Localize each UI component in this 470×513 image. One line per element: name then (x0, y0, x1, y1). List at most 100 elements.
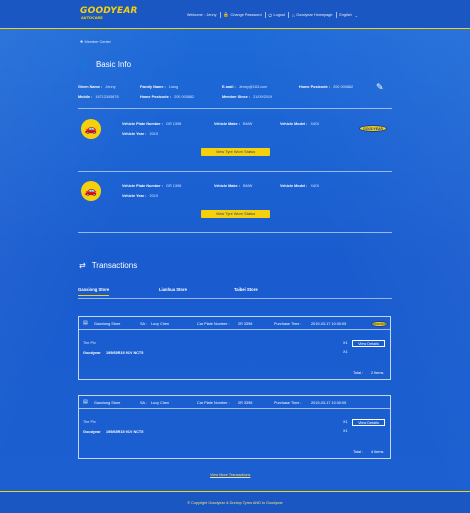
total-value: 4 Items (371, 450, 384, 454)
info-row-1b: Family Name : Liang (140, 85, 178, 89)
home-postcode2-label: Home Postcode : (140, 95, 172, 99)
view-details-button[interactable]: View Details (352, 419, 385, 426)
logo-brand: GOODYEAR (80, 6, 138, 16)
nav-divider (335, 12, 337, 18)
logout-link[interactable]: Logout (274, 13, 286, 17)
purchase-time-label: Purchase Time : (274, 400, 302, 405)
given-name-value: Jenny (105, 85, 116, 89)
vehicle-make-label: Vehicle Make : (214, 122, 240, 126)
vehicle-make-value: BMW (243, 122, 253, 126)
goodyear-badge: GOODYEAR (371, 321, 388, 327)
breadcrumb: ● Member Center (80, 39, 111, 45)
item-type: Tire Pix (83, 420, 96, 424)
footer-copyright: © Copyright Goodyear & Dunlop Tyres AND … (187, 501, 283, 505)
basic-info-title: Basic Info (95, 60, 132, 69)
transactions-heading: ⇄ Transactions (79, 261, 137, 270)
family-name-value: Liang (168, 85, 179, 89)
tabs-divider (78, 298, 392, 299)
tab-gaoxiong[interactable]: Gaoxiong Store (78, 287, 110, 296)
vehicle-year-label: Vehicle Year : (122, 194, 147, 198)
vehicle-make: Vehicle Make : BMW (214, 184, 252, 188)
vehicle-model: Vehicle Model : X4Ol (280, 184, 319, 188)
item-qty: X1 (343, 429, 348, 433)
vehicle-make: Vehicle Make : BMW (214, 122, 252, 126)
email-label: E-mail : (222, 85, 236, 89)
info-row-2b: Home Postcode : 200 000882 (140, 95, 194, 99)
item-type: Tire Pix (83, 341, 96, 345)
item-product: 195/65R15 91V NCT5 (106, 430, 144, 434)
car-plate-label: Car Plate Number : (197, 321, 230, 326)
purchase-time-label: Purchase Time : (274, 321, 302, 326)
receipt-icon: ▤ (83, 320, 88, 326)
chevron-down-icon[interactable]: ⌄ (355, 13, 358, 18)
vehicle-year: Vehicle Year : 2019 (122, 132, 158, 136)
receipt-icon: ▤ (83, 399, 88, 405)
basic-info-heading: 👤 Basic Info (80, 60, 131, 69)
vehicle-plate-label: Vehicle Plate Number : (122, 184, 163, 188)
mobile-label: Mobile : (78, 95, 93, 99)
home-postcode-label: Home Postcode : (299, 85, 331, 89)
power-icon: ⏻ (268, 12, 273, 18)
transaction-card-header: ▤ Gaoxiong Store SA : Lucy Chen Car Plat… (79, 396, 390, 409)
location-pin-icon: ● (80, 39, 84, 45)
vehicle-plate-value: GR 1398 (166, 122, 182, 126)
homepage-link[interactable]: Goodyear Homepage (296, 13, 332, 17)
tab-taibei[interactable]: Taibei Store (234, 287, 258, 292)
family-name-label: Family Name : (140, 85, 166, 89)
logo-sub: AUTOCARE (81, 16, 103, 20)
vehicle-plate-value: GR 1398 (166, 184, 182, 188)
divider (78, 108, 392, 109)
sa-label: SA : (140, 321, 147, 326)
edit-icon[interactable]: ✎ (376, 82, 384, 93)
car-icon: 🚗 (81, 119, 101, 139)
vehicle-plate-label: Vehicle Plate Number : (122, 122, 163, 126)
item-qty: X1 (343, 350, 348, 354)
home-icon: ⌂ (291, 12, 295, 18)
given-name-label: Given Name : (78, 85, 103, 89)
item-brand: Goodyear (83, 430, 101, 434)
total-label: Total : (353, 450, 364, 454)
car-icon: 🚗 (81, 181, 101, 201)
purchase-time-value: 2019-03-17 10:30:05 (311, 321, 347, 326)
info-row-1c: E-mail : Jenny@163.com (222, 85, 267, 89)
vehicle-model-label: Vehicle Model : (280, 184, 308, 188)
view-tyre-worn-status-button[interactable]: View Tyre Worn Status (201, 210, 270, 218)
sa-value: Lucy Chen (151, 400, 170, 405)
transaction-card-header: ▤ Gaoxiong Store SA : Lucy Chen Car Plat… (79, 317, 390, 330)
sa-label: SA : (140, 400, 147, 405)
item-brand: Goodyear (83, 351, 101, 355)
footer: © Copyright Goodyear & Dunlop Tyres AND … (0, 491, 470, 513)
info-row-1: Given Name : Jenny (78, 85, 115, 89)
tab-lianhua[interactable]: Lianhua Store (159, 287, 187, 292)
car-plate-value: 2R 3398 (238, 400, 253, 405)
language-select[interactable]: English (339, 13, 351, 17)
vehicle-make-label: Vehicle Make : (214, 184, 240, 188)
breadcrumb-item[interactable]: Member Center (85, 40, 111, 44)
goodyear-logo[interactable]: GOODYEAR AUTOCARE (80, 7, 150, 23)
transaction-store: Gaoxiong Store (94, 321, 121, 326)
nav-divider (264, 12, 266, 18)
vehicle-model-label: Vehicle Model : (280, 122, 308, 126)
divider (78, 232, 392, 233)
transaction-card: ▤ Gaoxiong Store SA : Lucy Chen Car Plat… (78, 316, 391, 380)
home-postcode-value: 200 000882 (333, 85, 354, 89)
view-tyre-worn-status-button[interactable]: View Tyre Worn Status (201, 148, 270, 156)
info-row-2: Mobile : 18712345678 (78, 95, 119, 99)
vehicle-model-value: X4Ol (310, 122, 319, 126)
vehicle-plate: Vehicle Plate Number : GR 1398 (122, 184, 181, 188)
view-more-transactions-link[interactable]: View More Transactions (210, 473, 250, 477)
vehicle-year-value: 2019 (149, 132, 158, 136)
exchange-icon: ⇄ (79, 261, 86, 270)
vehicle-make-value: BMW (243, 184, 253, 188)
email-value: Jenny@163.com (238, 85, 268, 89)
change-password-link[interactable]: Change Password (231, 13, 262, 17)
total-label: Total : (353, 371, 364, 375)
lock-icon: 🔒 (223, 12, 230, 17)
nav-divider (219, 12, 221, 18)
welcome-user: Jenny (206, 13, 217, 17)
vehicle-model: Vehicle Model : X4Ol (280, 122, 319, 126)
view-details-button[interactable]: View Details (352, 340, 385, 347)
car-plate-value: 2R 3398 (238, 321, 253, 326)
mobile-value: 18712345678 (95, 95, 119, 99)
header-nav: Welcome : Jenny 🔒 Change Password ⏻ Logo… (187, 12, 358, 18)
